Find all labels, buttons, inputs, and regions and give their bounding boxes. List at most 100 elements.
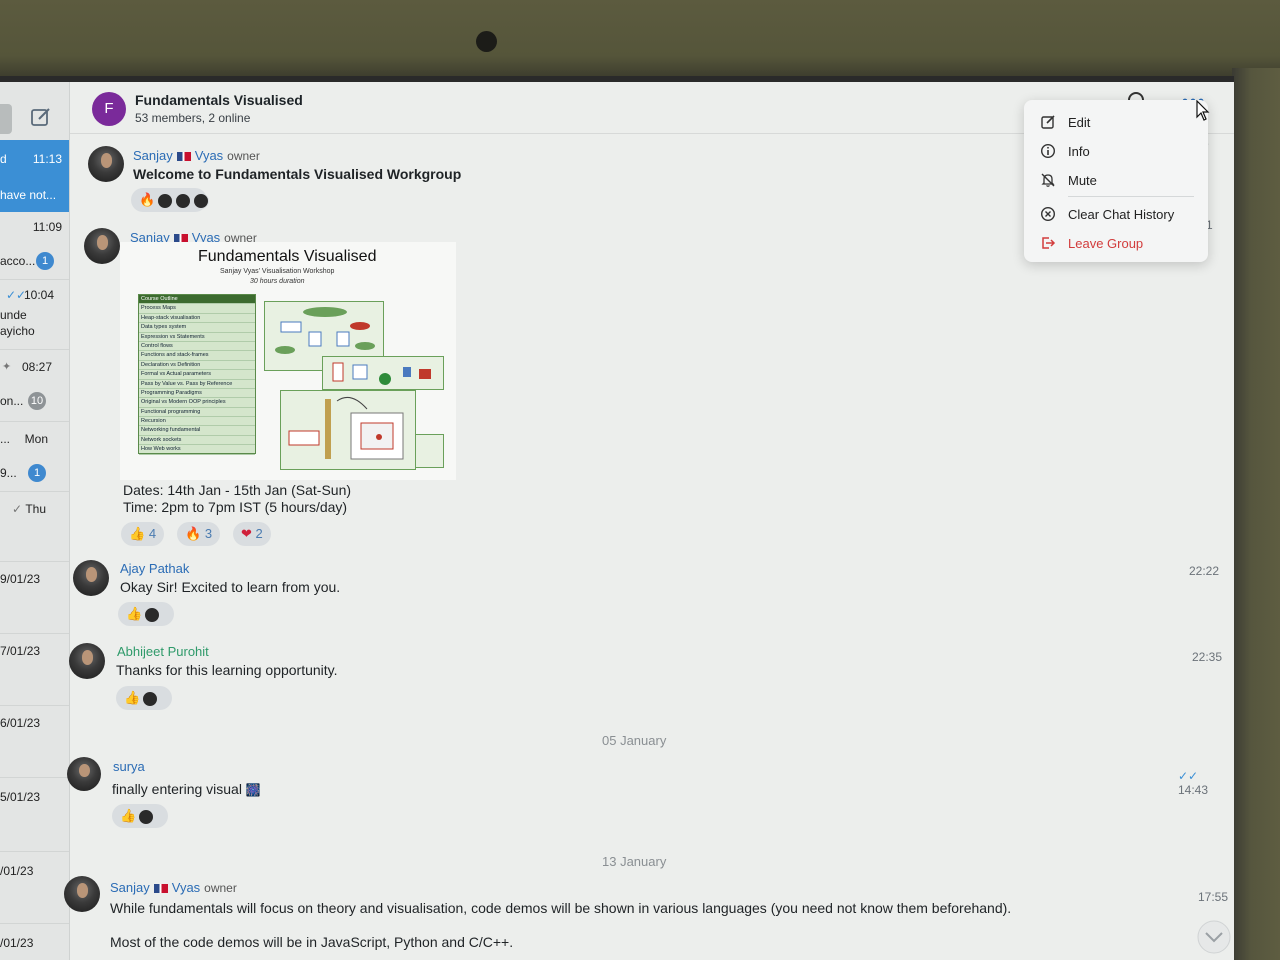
- mouse-cursor-icon: [1196, 100, 1210, 121]
- chat-list-item-active[interactable]: d 11:13 have not...: [0, 140, 69, 212]
- chat-list-item[interactable]: /01/23: [0, 852, 69, 924]
- menu-item-info[interactable]: Info: [1024, 139, 1208, 165]
- reaction-count: 2: [255, 526, 263, 541]
- chat-list-item[interactable]: ... Mon 9... 1: [0, 422, 69, 492]
- chat-list-item[interactable]: /01/23: [0, 924, 69, 960]
- reactor-avatar: [138, 808, 155, 825]
- chat-date: 9/01/23: [0, 572, 41, 586]
- workshop-poster-image[interactable]: Fundamentals Visualised Sanjay Vyas' Vis…: [120, 242, 456, 480]
- chat-time: Mon: [24, 432, 48, 446]
- flag-icon: [153, 884, 168, 894]
- chat-time: 11:13: [32, 152, 62, 166]
- menu-item-leave-group[interactable]: Leave Group: [1024, 231, 1208, 257]
- menu-item-edit[interactable]: Edit: [1024, 110, 1208, 136]
- sender-name[interactable]: Sanjay Vyas owner: [110, 880, 237, 895]
- outline-item: Programming Paradigms: [139, 389, 255, 399]
- leave-icon: [1042, 237, 1056, 249]
- reactor-avatar: [144, 606, 161, 623]
- menu-divider: [1068, 196, 1194, 197]
- read-check-icon: ✓✓: [1178, 769, 1199, 783]
- avatar[interactable]: [88, 146, 124, 182]
- chat-time: Thu: [25, 502, 46, 516]
- avatar[interactable]: [84, 228, 120, 264]
- group-title[interactable]: Fundamentals Visualised: [135, 92, 303, 108]
- menu-item-mute[interactable]: Mute: [1024, 168, 1208, 194]
- reaction-thumbs-up[interactable]: 👍: [118, 602, 174, 626]
- outline-item: Network sockets: [139, 436, 255, 446]
- group-member-count: 53 members, 2 online: [135, 111, 251, 125]
- reaction-fire[interactable]: 🔥: [131, 188, 210, 212]
- reaction-count: 3: [204, 526, 213, 541]
- poster-title: Fundamentals Visualised: [198, 248, 377, 265]
- chat-preview: unde: [0, 308, 27, 322]
- chat-list-item[interactable]: ✓ Thu: [0, 492, 69, 562]
- reaction-thumbs-up[interactable]: 👍: [116, 686, 172, 710]
- group-avatar[interactable]: F: [92, 92, 126, 126]
- chat-list-item[interactable]: 5/01/23: [0, 778, 69, 852]
- reactor-avatar: [142, 690, 159, 707]
- role-label: owner: [227, 149, 260, 163]
- reaction-thumbs-up[interactable]: 👍 4: [121, 522, 165, 546]
- avatar[interactable]: [73, 560, 109, 596]
- chat-list-item[interactable]: ✓✓ 10:04 unde ayicho: [0, 280, 69, 350]
- chat-date: 5/01/23: [0, 790, 41, 804]
- more-options-menu: Edit Info Mute Clear Chat History Leave …: [1024, 100, 1208, 262]
- reaction-fire[interactable]: 🔥 3: [177, 522, 221, 546]
- date-separator: 13 January: [602, 854, 667, 869]
- sender-name[interactable]: Sanjay Vyas owner: [133, 148, 260, 163]
- sender-name[interactable]: surya: [113, 759, 145, 774]
- info-icon: [1040, 143, 1056, 159]
- message-time: 22:35: [1192, 650, 1223, 664]
- reactor-avatar: [175, 192, 192, 209]
- role-label: owner: [204, 881, 237, 895]
- reaction-heart[interactable]: ❤ 2: [233, 522, 271, 546]
- sent-check-icon: ✓: [12, 502, 23, 516]
- outline-item: Heap-stack visualisation: [139, 314, 255, 324]
- chat-list-item[interactable]: 9/01/23: [0, 562, 69, 634]
- reaction-thumbs-up[interactable]: 👍: [112, 804, 168, 828]
- diagram-thumbnail: [322, 356, 444, 390]
- chat-date: /01/23: [0, 936, 34, 950]
- webcam: [476, 31, 497, 52]
- chat-preview: have not...: [0, 188, 57, 202]
- message-text: Most of the code demos will be in JavaSc…: [110, 934, 514, 950]
- outline-item: Pass by Value vs. Pass by Reference: [139, 380, 255, 389]
- avatar[interactable]: [67, 757, 101, 791]
- sender-name[interactable]: Ajay Pathak: [120, 561, 189, 576]
- chat-time: 10:04: [23, 288, 54, 302]
- unread-badge: 1: [36, 252, 54, 270]
- chat-list-item[interactable]: 6/01/23: [0, 706, 69, 778]
- outline-item: Functions and stack-frames: [139, 351, 255, 361]
- unread-badge: 10: [28, 392, 46, 410]
- scroll-down-button[interactable]: [1194, 920, 1234, 954]
- chat-list-item[interactable]: 7/01/23: [0, 634, 69, 706]
- outline-item: Original vs Modern OOP principles: [139, 398, 255, 408]
- thumbs-up-icon: 👍: [126, 606, 143, 621]
- compose-icon[interactable]: [30, 106, 52, 128]
- outline-item: Declaration vs Definition: [139, 361, 255, 371]
- outline-item: Process Maps: [139, 304, 255, 314]
- reactor-avatar: [157, 192, 174, 209]
- message-text: finally entering visual 🎆: [112, 781, 261, 797]
- thumbs-up-icon: 👍: [120, 808, 137, 823]
- avatar[interactable]: [69, 643, 105, 679]
- chat-list-item[interactable]: ✦ 08:27 on... 10: [0, 350, 69, 422]
- message-text: While fundamentals will focus on theory …: [110, 900, 1012, 916]
- chat-date: /01/23: [0, 864, 34, 878]
- avatar[interactable]: [64, 876, 100, 912]
- sender-name[interactable]: Abhijeet Purohit: [117, 644, 209, 659]
- message-text: Welcome to Fundamentals Visualised Workg…: [133, 166, 462, 182]
- thumbs-up-icon: 👍: [124, 690, 141, 705]
- menu-item-clear-history[interactable]: Clear Chat History: [1024, 202, 1208, 228]
- message-text: Okay Sir! Excited to learn from you.: [120, 579, 341, 595]
- outline-item: Networking fundamental: [139, 426, 255, 436]
- outline-item: Formal vs Actual parameters: [139, 370, 255, 380]
- chat-preview: d: [0, 152, 7, 166]
- monitor-bezel-top: [0, 0, 1280, 80]
- sidebar-tab[interactable]: [0, 104, 12, 134]
- chat-list-item[interactable]: 11:09 acco... 1: [0, 212, 69, 280]
- poster-subtitle: Sanjay Vyas' Visualisation Workshop: [220, 268, 335, 275]
- outline-item: Expression vs Statements: [139, 333, 255, 342]
- message-text: Thanks for this learning opportunity.: [116, 662, 338, 678]
- message-time: 17:55: [1198, 890, 1229, 904]
